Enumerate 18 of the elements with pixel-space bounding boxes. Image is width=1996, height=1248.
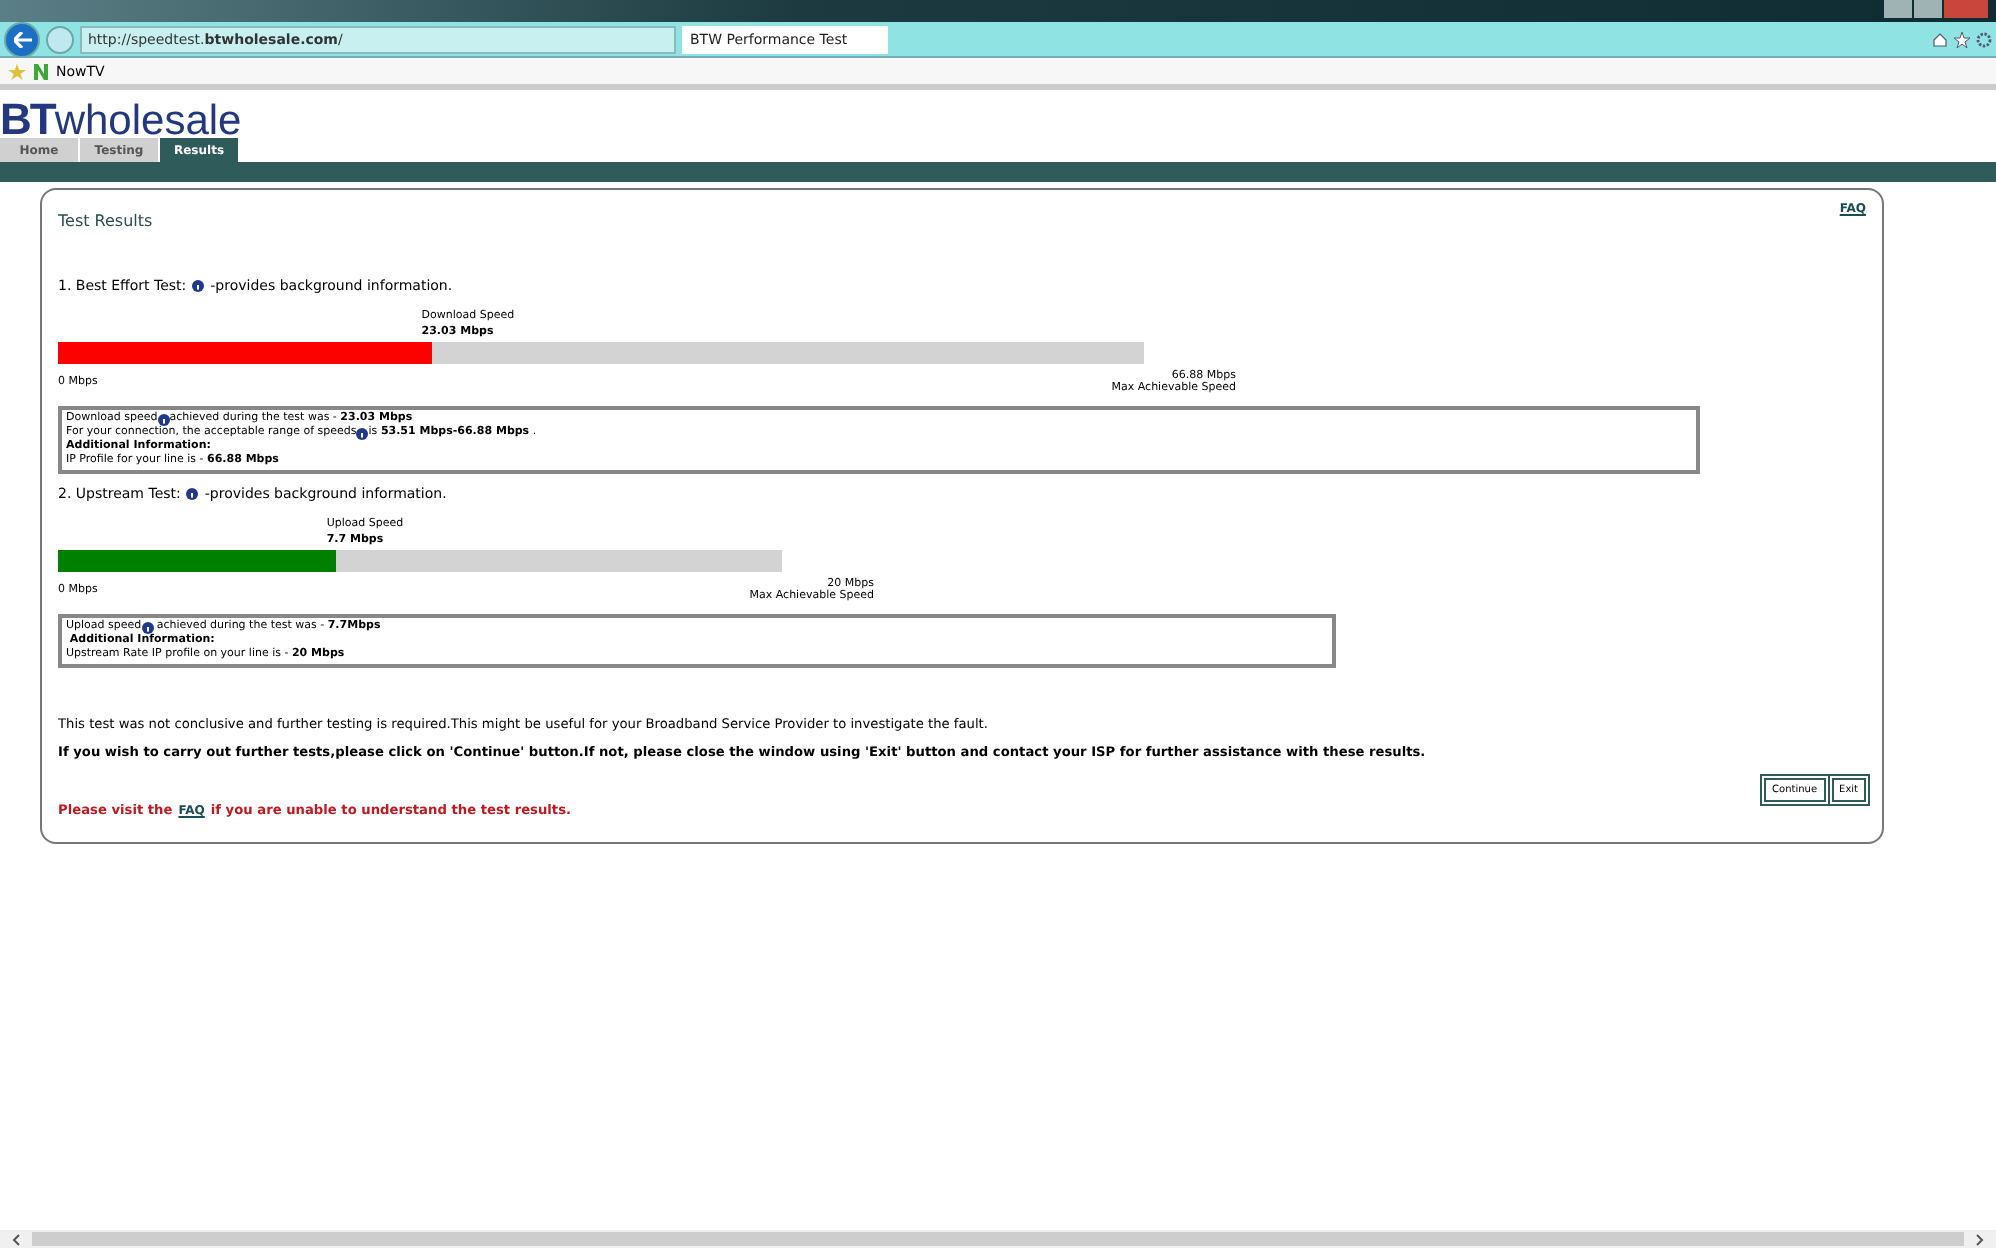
logo: BTwholesale [0, 102, 244, 138]
info-icon[interactable] [157, 413, 170, 425]
n-logo-icon [34, 63, 48, 79]
arrow-left-icon [13, 31, 31, 47]
info-icon[interactable] [192, 280, 205, 292]
scrollbar-thumb[interactable] [32, 1232, 1964, 1246]
chevron-left-icon[interactable] [12, 1233, 20, 1245]
star-icon[interactable] [8, 63, 26, 79]
horizontal-scrollbar[interactable] [0, 1230, 1996, 1248]
settings-icon[interactable] [1976, 31, 1992, 47]
info-icon[interactable] [356, 427, 369, 439]
chevron-right-icon[interactable] [1976, 1233, 1984, 1245]
star-icon[interactable] [1954, 31, 1970, 47]
info-icon[interactable] [186, 488, 199, 500]
page-heading: Test Results [58, 212, 153, 230]
info-icon[interactable] [141, 621, 154, 633]
home-icon[interactable] [1932, 31, 1948, 47]
back-button[interactable] [4, 21, 40, 57]
